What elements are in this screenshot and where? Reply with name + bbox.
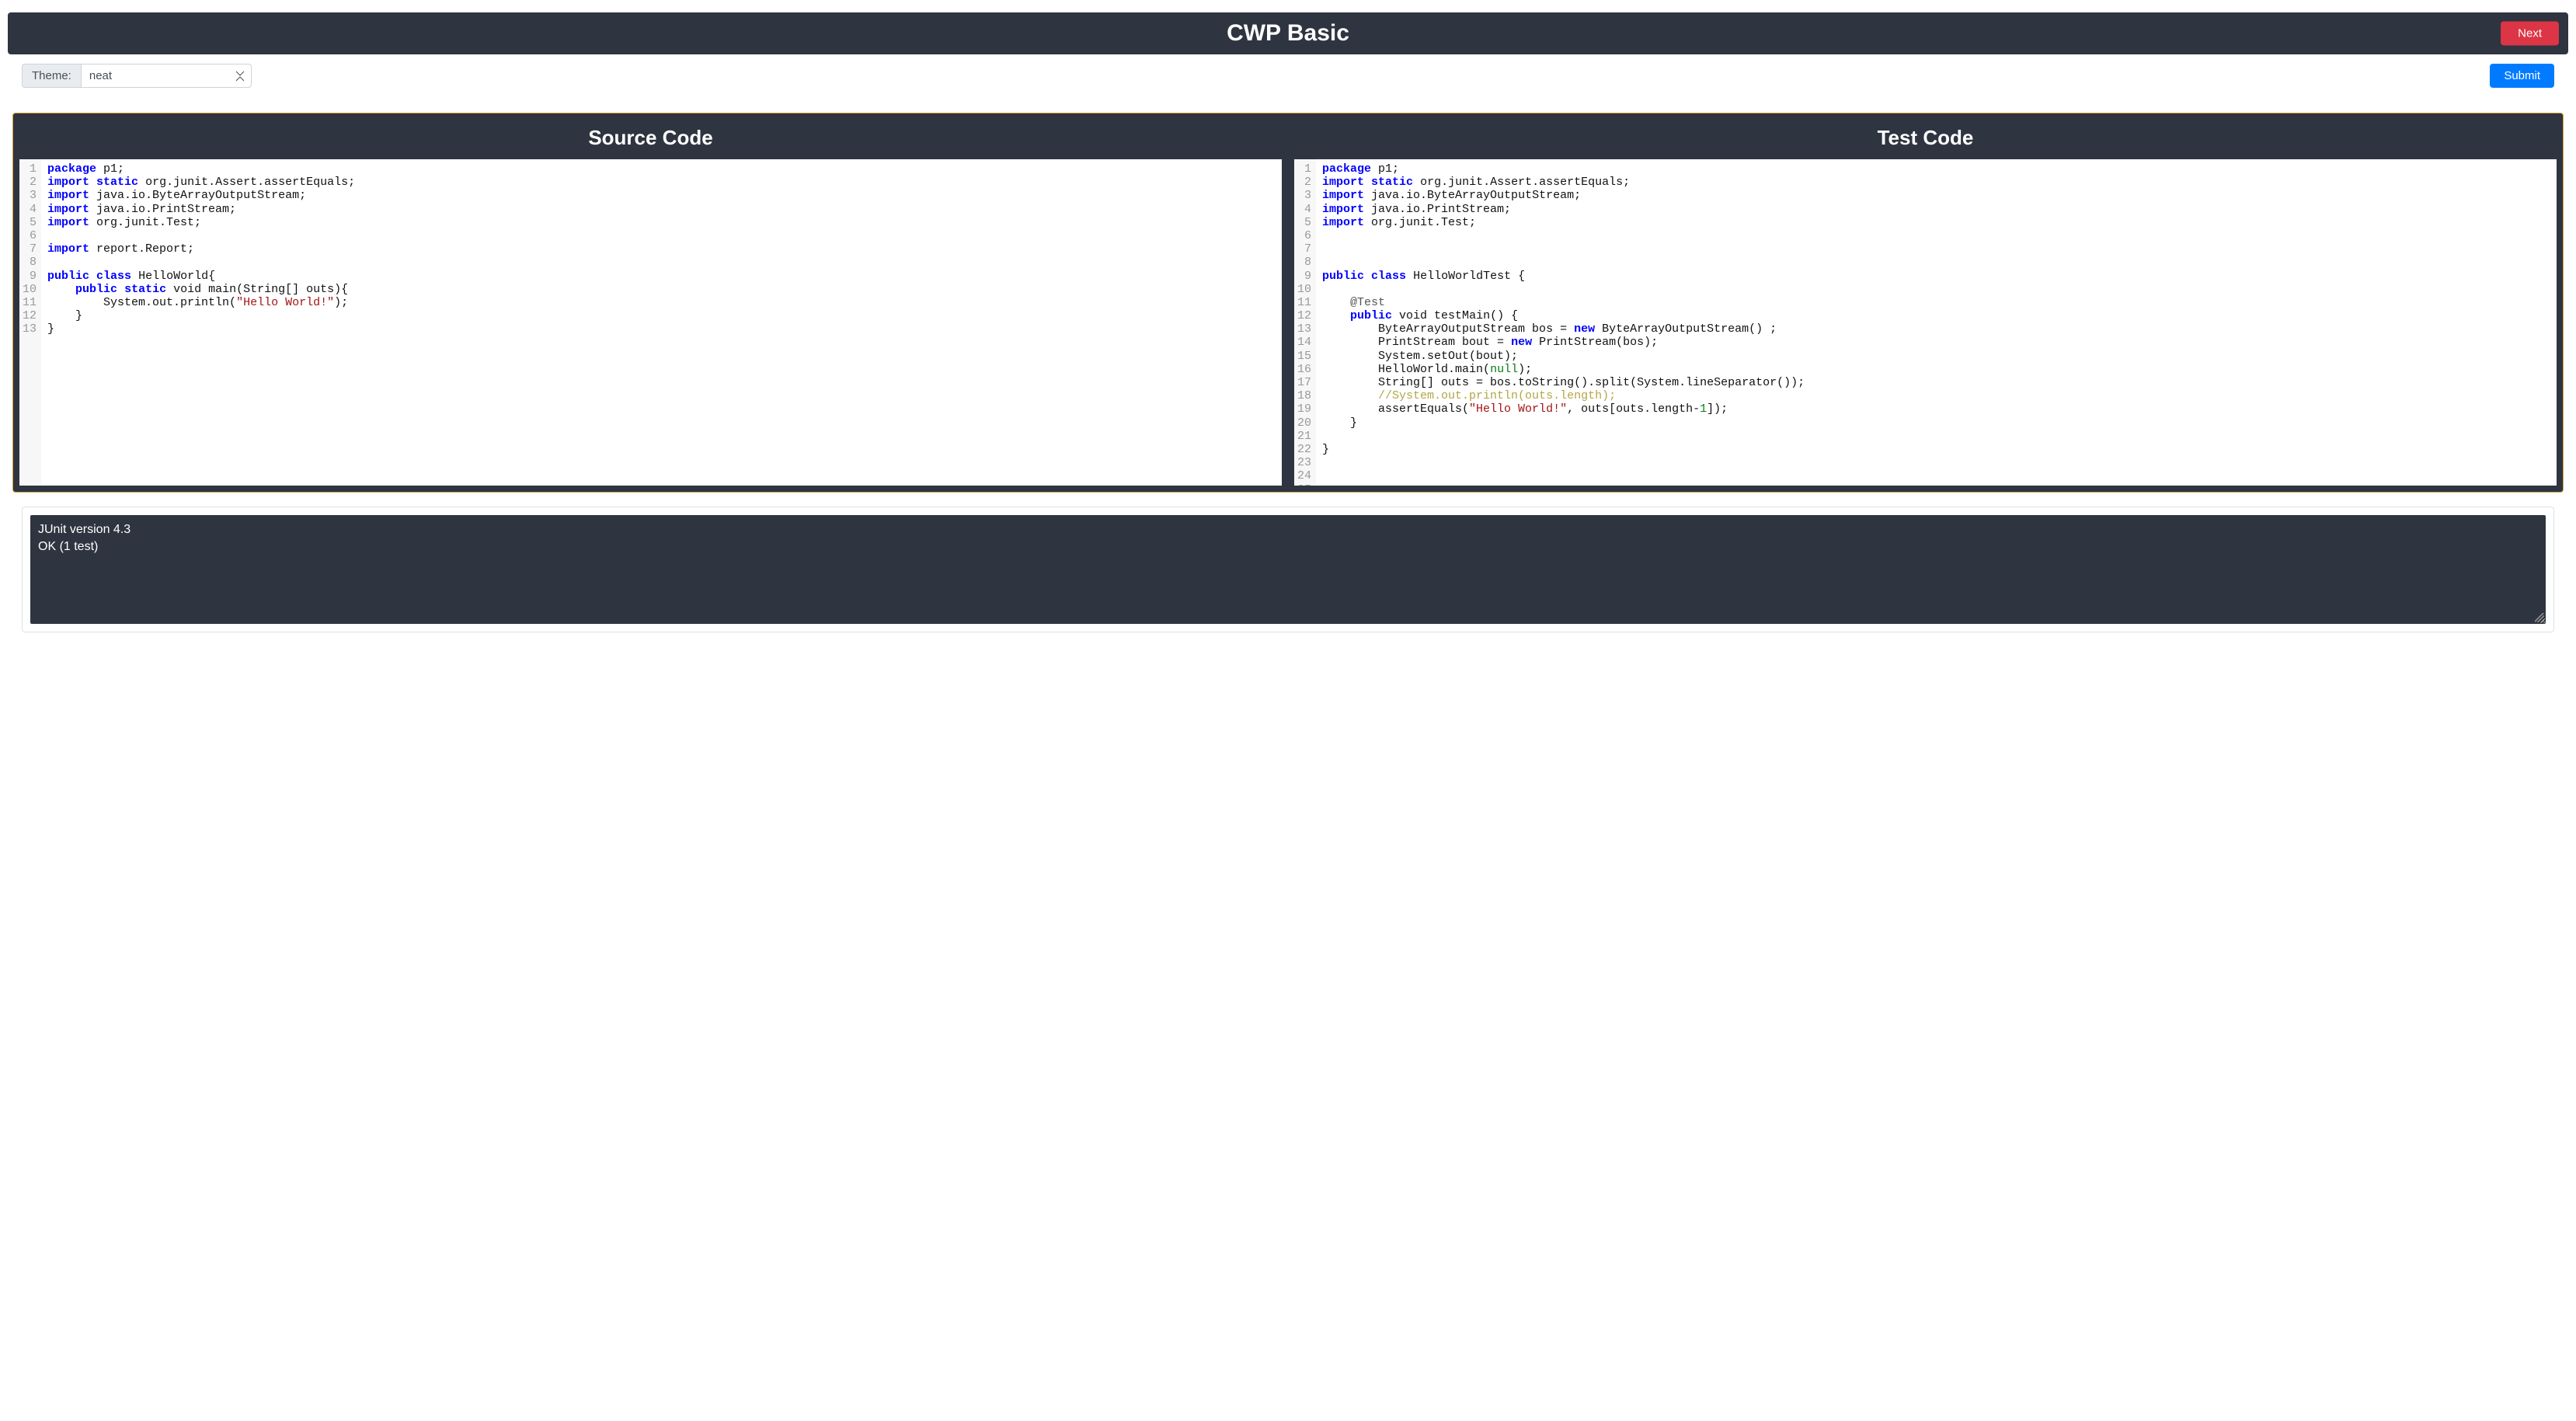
next-button[interactable]: Next (2501, 22, 2559, 46)
test-code-title: Test Code (1294, 120, 2557, 159)
code-panel: Source Code 12345678910111213 package p1… (12, 113, 2564, 493)
test-code-lines[interactable]: package p1;import static org.junit.Asser… (1316, 159, 2557, 486)
source-code-gutter: 12345678910111213 (19, 159, 41, 486)
test-code-editor[interactable]: 1234567891011121314151617181920212223242… (1294, 159, 2557, 486)
output-panel-wrap: JUnit version 4.3OK (1 test) (22, 507, 2554, 632)
output-line: OK (1 test) (38, 538, 2538, 556)
source-code-column: Source Code 12345678910111213 package p1… (19, 120, 1282, 486)
theme-select-wrap: neat (81, 64, 252, 88)
submit-button[interactable]: Submit (2490, 64, 2554, 88)
toolbar: Theme: neat Submit (8, 64, 2568, 88)
output-line: JUnit version 4.3 (38, 521, 2538, 538)
output-box[interactable]: JUnit version 4.3OK (1 test) (30, 515, 2546, 624)
header-bar: CWP Basic Next (8, 12, 2568, 54)
test-code-column: Test Code 123456789101112131415161718192… (1294, 120, 2557, 486)
theme-label: Theme: (22, 64, 81, 88)
source-code-title: Source Code (19, 120, 1282, 159)
theme-group: Theme: neat (22, 64, 252, 88)
source-code-lines[interactable]: package p1;import static org.junit.Asser… (41, 159, 1282, 486)
theme-select[interactable]: neat (81, 64, 252, 88)
test-code-gutter: 1234567891011121314151617181920212223242… (1294, 159, 1316, 486)
source-code-editor[interactable]: 12345678910111213 package p1;import stat… (19, 159, 1282, 486)
page-title: CWP Basic (1227, 20, 1349, 47)
